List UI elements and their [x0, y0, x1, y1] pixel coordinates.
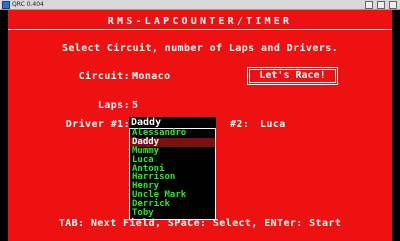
- keyboard-hint: TAB: Next Field, SPaCe: Select, ENTer: S…: [58, 218, 342, 229]
- app-window: QRC 0.404 RMS-LAPCOUNTER/TIMER Select Ci…: [0, 0, 400, 241]
- driver1-field[interactable]: Daddy: [129, 117, 216, 128]
- window-title: QRC 0.404: [12, 1, 44, 8]
- title-divider: [8, 29, 392, 30]
- driver2-field[interactable]: Luca: [260, 119, 286, 131]
- app-icon: [2, 1, 10, 9]
- main-screen: RMS-LAPCOUNTER/TIMER Select Circuit, num…: [8, 10, 392, 241]
- window-controls: [365, 1, 397, 9]
- circuit-label: Circuit:: [78, 71, 130, 82]
- driver2-label: #2:: [230, 119, 250, 130]
- circuit-field[interactable]: Monaco: [132, 71, 171, 83]
- lets-race-button[interactable]: Let's Race!: [247, 67, 338, 85]
- laps-field[interactable]: 5: [132, 100, 138, 112]
- driver1-label: Driver #1:: [65, 119, 130, 130]
- instruction-text: Select Circuit, number of Laps and Drive…: [61, 43, 339, 54]
- window-titlebar[interactable]: QRC 0.404: [0, 0, 400, 10]
- maximize-button[interactable]: [377, 1, 385, 9]
- minimize-button[interactable]: [365, 1, 373, 9]
- app-title: RMS-LAPCOUNTER/TIMER: [107, 16, 293, 27]
- dropdown-option[interactable]: Toby: [130, 209, 215, 218]
- close-button[interactable]: [389, 1, 397, 9]
- driver-dropdown-list[interactable]: Alessandro Daddy Mummy Luca Antoni Harri…: [129, 128, 216, 220]
- laps-label: Laps:: [97, 100, 130, 111]
